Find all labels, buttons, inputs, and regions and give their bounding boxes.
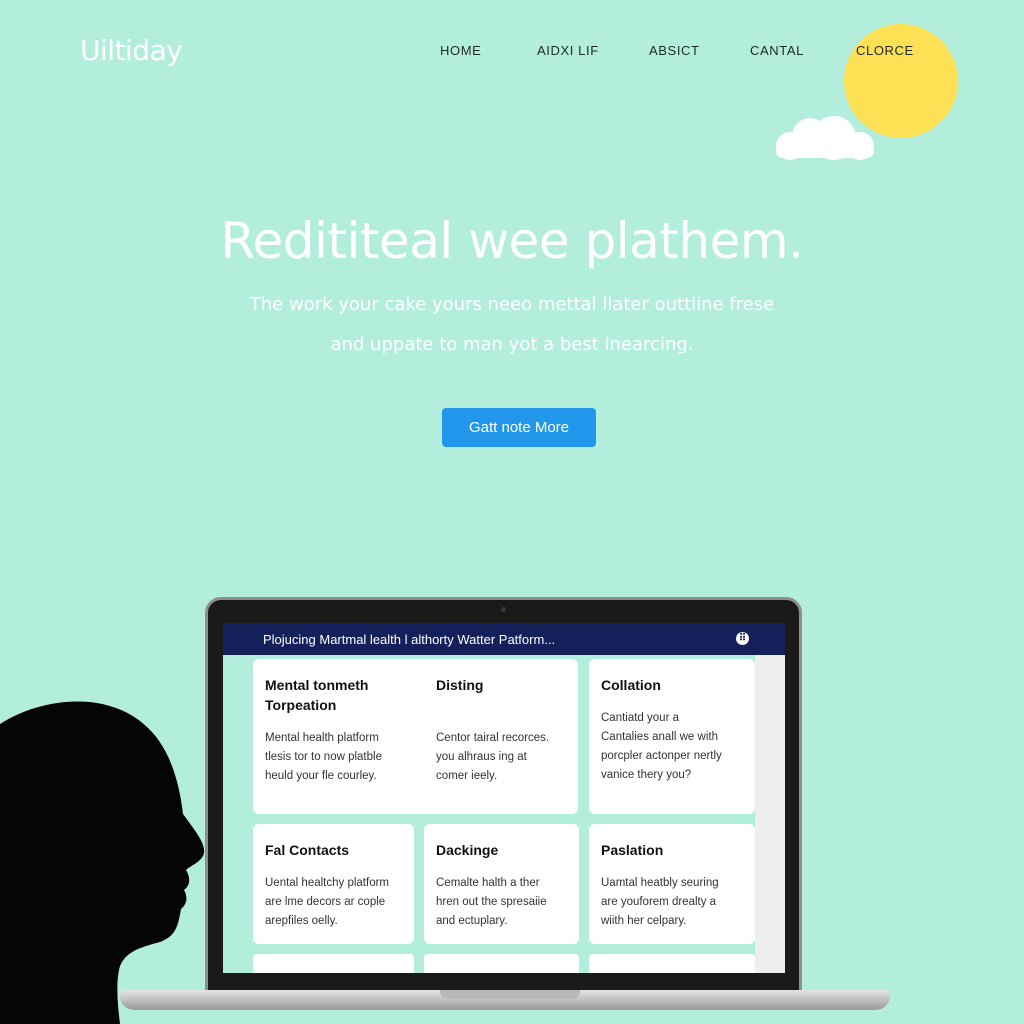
card-title: Paslation (601, 842, 664, 858)
camera-icon (501, 607, 506, 612)
card-stub (253, 954, 414, 973)
hero-subtitle-line1: The work your cake yours neeo mettal lla… (249, 294, 775, 315)
nav-item-5[interactable]: CLORCE (856, 43, 914, 58)
laptop-notch (440, 990, 580, 999)
card-title: Disting (436, 677, 484, 693)
card-paslation[interactable]: Paslation Uamtal heatbly seuring are you… (589, 824, 755, 944)
screen-header-title: Plojucing Martmal lealth l althorty Watt… (263, 631, 556, 647)
nav-home[interactable]: HOME (440, 43, 481, 58)
card-stub (424, 954, 579, 973)
card-stub (589, 954, 755, 973)
card-body: Mental health platform tlesis tor to now… (265, 732, 382, 782)
card-body: Uental healtchy platform are lme decors … (265, 877, 390, 927)
hero-subtitle-line2: and uppate to man yot a best inearcing. (330, 334, 694, 355)
card-dackinge[interactable]: Dackinge Cemalte halth a ther hren out t… (424, 824, 579, 944)
menu-icon[interactable]: ⠿ (736, 632, 749, 645)
nav-item-2[interactable]: AIDXI LIF (537, 43, 599, 58)
cloud-illustration (776, 116, 874, 160)
screen-scroll-area (755, 655, 785, 973)
cta-button[interactable]: Gatt note More (442, 408, 596, 447)
card-mental-health[interactable]: Mental tonmeth Torpeation Mental health … (253, 659, 578, 814)
card-body: Centor tairal recorces. you alhraus ing … (436, 732, 550, 782)
card-title: Collation (601, 677, 661, 693)
card-title: Fal Contacts (265, 842, 350, 858)
card-body: Cemalte halth a ther hren out the spresa… (436, 877, 547, 927)
card-title: Mental tonmeth Torpeation (265, 677, 369, 713)
site-logo[interactable]: Uiltiday (80, 34, 183, 67)
laptop-screen: Plojucing Martmal lealth l althorty Watt… (223, 623, 785, 973)
nav-item-4[interactable]: CANTAL (750, 43, 804, 58)
screen-header: Plojucing Martmal lealth l althorty Watt… (223, 623, 785, 655)
card-body: Uamtal heatbly seuring are youforem drea… (601, 877, 719, 927)
head-silhouette-illustration (0, 701, 205, 1024)
card-collation[interactable]: Collation Cantiatd your a Cantalies anal… (589, 659, 755, 814)
hero-title: Redititeal wee plathem. (220, 212, 804, 270)
card-contacts[interactable]: Fal Contacts Uental healtchy platform ar… (253, 824, 414, 944)
card-title: Dackinge (436, 842, 499, 858)
nav-item-3[interactable]: ABSICT (649, 43, 700, 58)
card-body: Cantiatd your a Cantalies anall we with … (601, 712, 722, 781)
